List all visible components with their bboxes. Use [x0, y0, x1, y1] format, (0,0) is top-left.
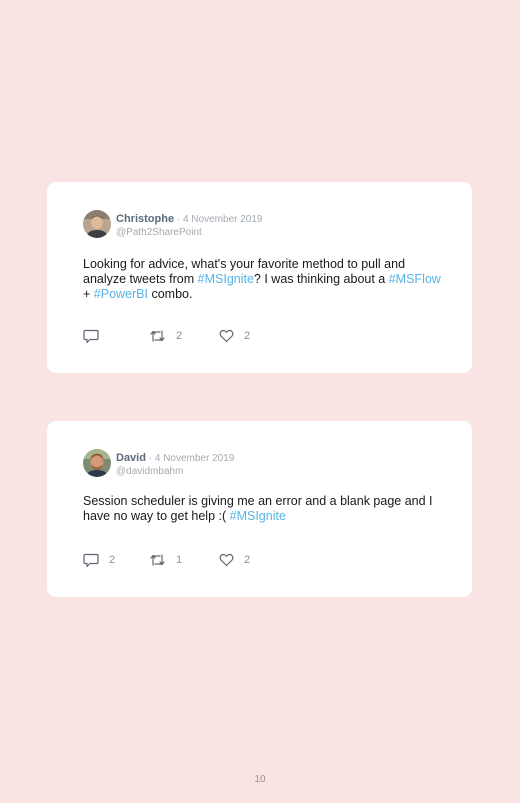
hashtag-link[interactable]: #MSFlow [389, 272, 441, 286]
reply-icon [83, 553, 99, 568]
retweet-icon [149, 553, 166, 567]
tweet-text-segment: ? I was thinking about a [253, 272, 389, 286]
reply-button[interactable]: 2 [83, 552, 115, 568]
tweet-card: Christophe · 4 November 2019 @Path2Share… [47, 182, 472, 373]
reply-icon [83, 329, 99, 344]
author-handle[interactable]: @Path2SharePoint [116, 227, 262, 239]
tweet-header: David · 4 November 2019 @davidmbahm [116, 451, 234, 478]
like-count: 2 [244, 554, 251, 566]
tweet-text-segment: + [83, 287, 94, 301]
tweet-card: David · 4 November 2019 @davidmbahm Sess… [47, 421, 472, 597]
page-number: 10 [254, 774, 266, 785]
avatar[interactable] [83, 210, 111, 238]
author-name[interactable]: Christophe [116, 213, 174, 225]
like-count: 2 [244, 330, 251, 342]
retweet-button[interactable]: 1 [149, 552, 182, 568]
avatar[interactable] [83, 449, 111, 477]
retweet-count: 1 [176, 554, 183, 566]
separator: · [174, 214, 183, 225]
like-button[interactable]: 2 [219, 328, 250, 344]
reply-count: 2 [109, 554, 116, 566]
author-handle[interactable]: @davidmbahm [116, 466, 234, 478]
separator: · [145, 453, 155, 464]
hashtag-link[interactable]: #MSIgnite [230, 509, 286, 523]
tweet-text: Session scheduler is giving me an error … [83, 494, 443, 524]
hashtag-link[interactable]: #PowerBI [94, 287, 148, 301]
tweet-date[interactable]: 4 November 2019 [155, 453, 235, 464]
heart-icon [219, 553, 234, 567]
reply-button[interactable] [83, 328, 109, 344]
tweet-header: Christophe · 4 November 2019 @Path2Share… [116, 212, 262, 239]
retweet-button[interactable]: 2 [149, 328, 182, 344]
heart-icon [219, 329, 234, 343]
like-button[interactable]: 2 [219, 552, 250, 568]
retweet-count: 2 [176, 330, 183, 342]
tweet-date[interactable]: 4 November 2019 [183, 214, 263, 225]
hashtag-link[interactable]: #MSIgnite [198, 272, 254, 286]
retweet-icon [149, 329, 166, 343]
tweet-text-segment: combo. [147, 287, 193, 301]
tweet-text: Looking for advice, what's your favorite… [83, 257, 443, 302]
author-name[interactable]: David [116, 452, 146, 464]
